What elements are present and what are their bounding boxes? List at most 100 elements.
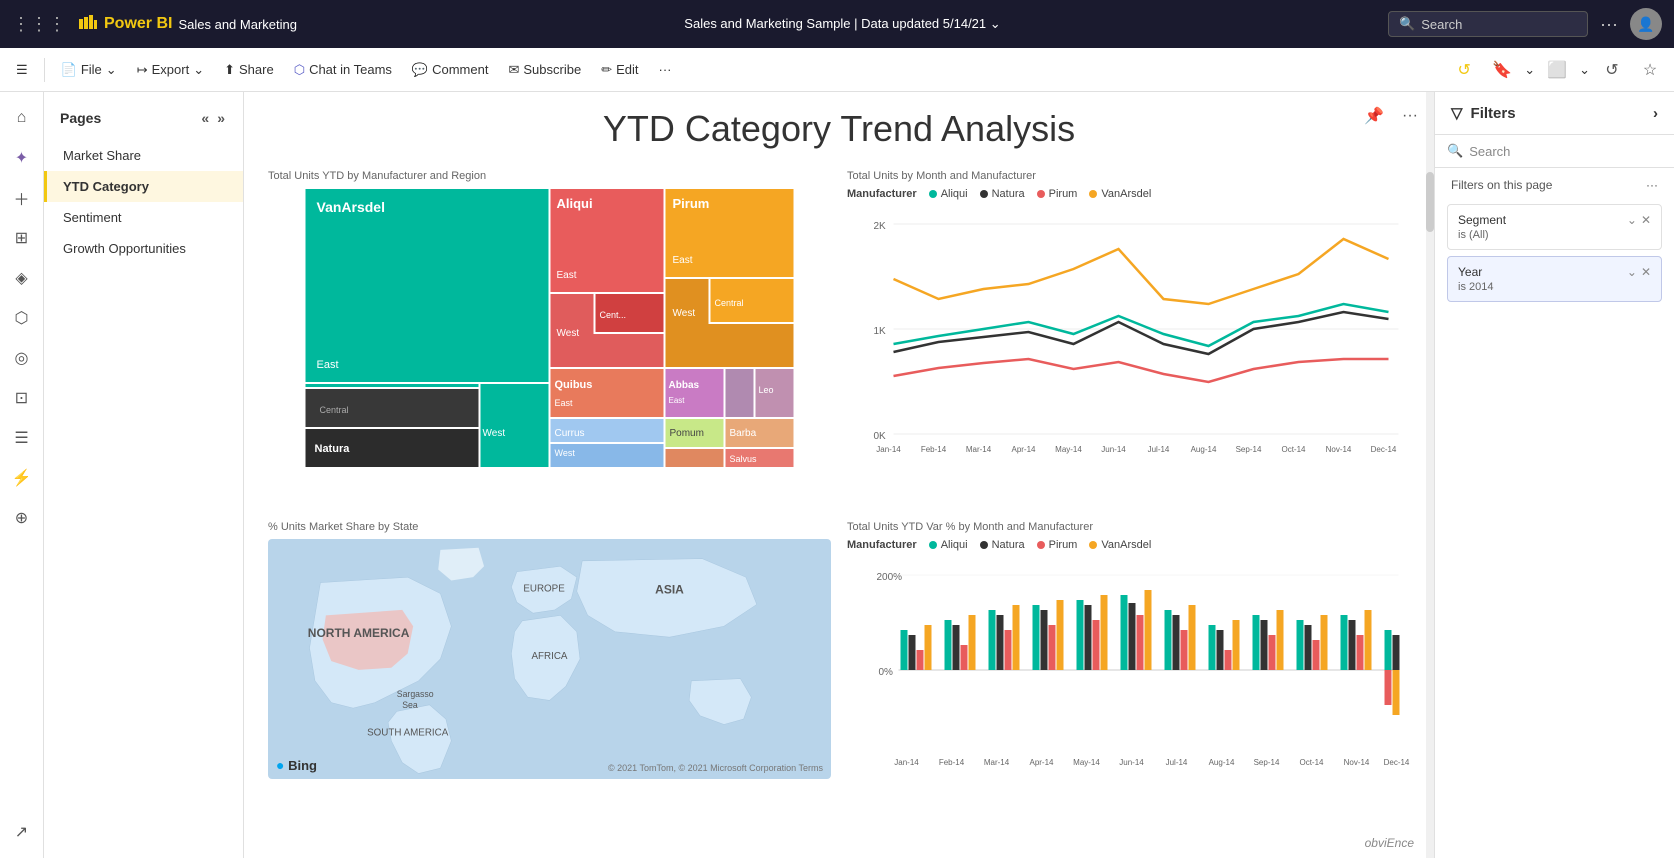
- reset-btn[interactable]: ↺: [1596, 54, 1628, 86]
- svg-text:Aug-14: Aug-14: [1191, 445, 1217, 454]
- svg-text:Currus: Currus: [555, 428, 585, 439]
- menu-icon: ☰: [16, 62, 28, 78]
- filter-item-segment[interactable]: Segment ⌄ ✕ is (All): [1447, 204, 1662, 250]
- sidebar-item-learn[interactable]: ☰: [4, 420, 40, 456]
- filters-section-more[interactable]: ···: [1646, 178, 1658, 192]
- more-toolbar-btn[interactable]: ···: [651, 58, 680, 81]
- content-more-icon[interactable]: ···: [1394, 100, 1426, 132]
- subscribe-btn[interactable]: ✉ Subscribe: [500, 58, 589, 82]
- topbar-search[interactable]: 🔍 Search: [1388, 11, 1588, 37]
- legend-manufacturer-label: Manufacturer: [847, 188, 917, 200]
- sidebar-item-monitor[interactable]: ⊡: [4, 380, 40, 416]
- svg-text:Nov-14: Nov-14: [1326, 445, 1352, 454]
- map-container[interactable]: NORTH AMERICA SOUTH AMERICA EUROPE AFRIC…: [268, 539, 831, 779]
- sidebar-item-home[interactable]: ⌂: [4, 100, 40, 136]
- sidebar-item-apps[interactable]: ⬡: [4, 300, 40, 336]
- chevron-down-icon: ⌄: [106, 62, 117, 78]
- filter-year-header: Year ⌄ ✕: [1458, 265, 1651, 279]
- refresh-btn[interactable]: ↺: [1448, 54, 1480, 86]
- file-btn[interactable]: 📄 File ⌄: [53, 58, 125, 82]
- scrollbar-track[interactable]: [1426, 92, 1434, 858]
- svg-text:East: East: [555, 398, 574, 408]
- svg-text:Leo: Leo: [759, 385, 774, 395]
- filter-icon: ▽: [1451, 104, 1463, 122]
- linechart-legend: Manufacturer Aliqui Natura Pirum: [847, 188, 1410, 200]
- filter-segment-clear[interactable]: ✕: [1641, 213, 1651, 227]
- star-btn[interactable]: ☆: [1634, 54, 1666, 86]
- filters-expand-icon[interactable]: ›: [1653, 105, 1658, 122]
- legend-natura: Natura: [980, 188, 1025, 200]
- svg-text:West: West: [483, 428, 506, 439]
- export-btn[interactable]: ↦ Export ⌄: [129, 58, 212, 82]
- svg-text:East: East: [317, 359, 339, 371]
- svg-text:Pirum: Pirum: [673, 196, 710, 211]
- treemap-label: Total Units YTD by Manufacturer and Regi…: [268, 170, 831, 182]
- svg-text:Quibus: Quibus: [555, 379, 593, 391]
- subscribe-icon: ✉: [508, 62, 519, 78]
- grid-icon[interactable]: ⋮⋮⋮: [12, 14, 66, 35]
- user-avatar[interactable]: 👤: [1630, 8, 1662, 40]
- more-options-icon[interactable]: ···: [1600, 14, 1618, 35]
- linechart-container[interactable]: 2K 1K 0K: [847, 204, 1410, 464]
- page-item-market-share[interactable]: Market Share: [44, 140, 243, 171]
- bookmark-chevron: ⌄: [1524, 62, 1535, 78]
- sidebar-item-browse[interactable]: ⊞: [4, 220, 40, 256]
- barchart-legend: Manufacturer Aliqui Natura Pirum: [847, 539, 1410, 551]
- chat-teams-btn[interactable]: ⬡ Chat in Teams: [286, 58, 400, 82]
- filter-item-year[interactable]: Year ⌄ ✕ is 2014: [1447, 256, 1662, 302]
- treemap-container[interactable]: VanArsdel East Central West Aliqui East: [268, 188, 831, 468]
- svg-text:Jan-14: Jan-14: [876, 445, 901, 454]
- svg-text:Dec-14: Dec-14: [1371, 445, 1397, 454]
- sidebar-item-external[interactable]: ↗: [4, 814, 40, 850]
- topbar: ⋮⋮⋮ Power BI Sales and Marketing Sales a…: [0, 0, 1674, 48]
- barchart-container[interactable]: 200% 0%: [847, 555, 1410, 795]
- svg-text:Barba: Barba: [730, 428, 757, 439]
- pages-nav-next[interactable]: »: [215, 108, 227, 128]
- pages-toggle-btn[interactable]: ☰: [8, 58, 36, 82]
- page-item-growth-opportunities[interactable]: Growth Opportunities: [44, 233, 243, 264]
- filters-section-title: Filters on this page ···: [1435, 168, 1674, 198]
- page-item-sentiment[interactable]: Sentiment: [44, 202, 243, 233]
- pages-nav-prev[interactable]: «: [199, 108, 211, 128]
- sidebar-item-realtime[interactable]: ⚡: [4, 460, 40, 496]
- filters-search[interactable]: 🔍 Search: [1435, 135, 1674, 168]
- comment-icon: 💬: [412, 62, 428, 78]
- comment-btn[interactable]: 💬 Comment: [404, 58, 497, 82]
- sidebar-item-metrics[interactable]: ◎: [4, 340, 40, 376]
- fullscreen-btn[interactable]: ⬜: [1541, 54, 1573, 86]
- export-icon: ↦: [137, 62, 148, 78]
- svg-text:Jan-14: Jan-14: [894, 758, 919, 767]
- world-map-svg: NORTH AMERICA SOUTH AMERICA EUROPE AFRIC…: [268, 539, 831, 779]
- filter-year-chevron[interactable]: ⌄: [1627, 265, 1637, 279]
- vanarsdel-dot: [1089, 190, 1097, 198]
- sidebar-item-workspaces[interactable]: ⊕: [4, 500, 40, 536]
- svg-text:Jun-14: Jun-14: [1101, 445, 1126, 454]
- svg-text:Sargasso: Sargasso: [397, 689, 434, 699]
- obvi-logo: obviEnce: [1365, 836, 1414, 850]
- bar-aliqui-dot: [929, 541, 937, 549]
- svg-text:Feb-14: Feb-14: [921, 445, 947, 454]
- svg-text:May-14: May-14: [1055, 445, 1082, 454]
- share-btn[interactable]: ⬆ Share: [216, 58, 282, 82]
- app-sub: Sales and Marketing: [178, 17, 297, 32]
- sidebar-item-create[interactable]: ＋: [4, 180, 40, 216]
- bookmark-btn[interactable]: 🔖: [1486, 54, 1518, 86]
- scrollbar-thumb[interactable]: [1426, 172, 1434, 232]
- bing-logo: ● Bing: [276, 757, 317, 773]
- pin-icon[interactable]: 📌: [1358, 100, 1390, 132]
- filter-segment-chevron[interactable]: ⌄: [1627, 213, 1637, 227]
- share-icon: ⬆: [224, 62, 235, 78]
- svg-text:AFRICA: AFRICA: [532, 651, 568, 662]
- edit-btn[interactable]: ✏ Edit: [593, 58, 646, 82]
- svg-text:Sea: Sea: [402, 700, 418, 710]
- bar-pirum-dot: [1037, 541, 1045, 549]
- filter-year-clear[interactable]: ✕: [1641, 265, 1651, 279]
- sidebar-item-onelake[interactable]: ◈: [4, 260, 40, 296]
- sidebar-item-copilot[interactable]: ✦: [4, 140, 40, 176]
- page-item-ytd-category[interactable]: YTD Category: [44, 171, 243, 202]
- bar-chart-svg: 200% 0%: [847, 555, 1410, 775]
- edit-icon: ✏: [601, 62, 612, 78]
- svg-text:Mar-14: Mar-14: [966, 445, 992, 454]
- svg-text:Feb-14: Feb-14: [939, 758, 965, 767]
- legend-manufacturer-label2: Manufacturer: [847, 539, 917, 551]
